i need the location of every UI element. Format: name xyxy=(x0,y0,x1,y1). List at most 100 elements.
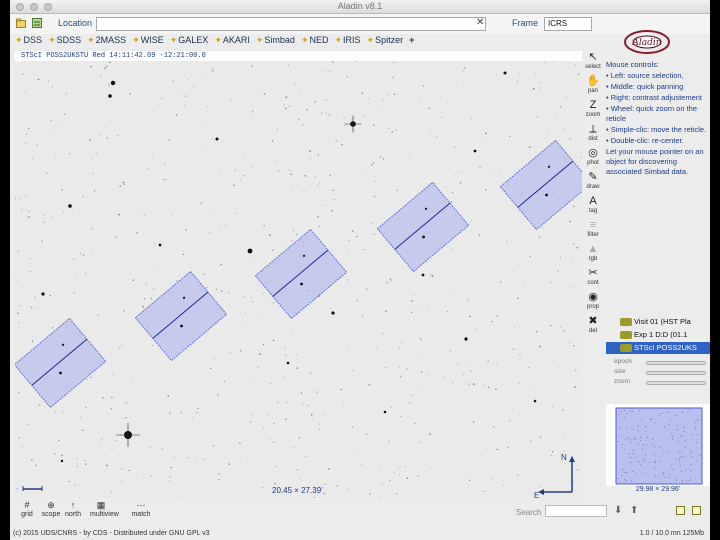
survey-iris[interactable]: ✦IRIS xyxy=(335,35,361,49)
tool-rgb[interactable]: ▲ rgb xyxy=(581,243,605,267)
sky-view[interactable] xyxy=(15,61,582,498)
faint-star xyxy=(318,429,320,431)
search-input[interactable] xyxy=(545,505,607,517)
survey-bar: ✦DSS ✦SDSS ✦2MASS ✦WISE ✦GALEX ✦AKARI ✦Simbad ✦… xyxy=(10,35,610,49)
location-input[interactable] xyxy=(96,17,486,31)
preview-star xyxy=(652,462,654,463)
slider-track[interactable] xyxy=(646,371,706,375)
preview-star xyxy=(660,461,662,462)
bright-star xyxy=(503,71,507,75)
multiview-icon: ▦ xyxy=(96,500,106,510)
slider-track[interactable] xyxy=(646,381,706,385)
preview-star xyxy=(672,468,673,470)
multiview-button[interactable]: ▦ multiview xyxy=(90,500,119,518)
faint-star xyxy=(318,225,320,227)
survey-ned[interactable]: ✦NED xyxy=(301,35,329,49)
faint-star xyxy=(385,64,387,65)
faint-star xyxy=(420,97,422,98)
faint-star xyxy=(218,170,220,171)
tool-cont[interactable]: ✂ cont xyxy=(581,267,605,291)
survey-spitzer[interactable]: ✦Spitzer xyxy=(367,35,404,49)
zoom-preview[interactable] xyxy=(606,404,710,486)
faint-star xyxy=(354,471,356,473)
tool-tag[interactable]: Atag xyxy=(581,195,605,219)
plane-item[interactable]: Exp 1 D:D (01.1 xyxy=(606,329,710,341)
calculator-icon[interactable] xyxy=(32,18,42,28)
faint-star xyxy=(24,92,26,94)
survey-sdss[interactable]: ✦SDSS xyxy=(48,35,81,49)
scope-button[interactable]: ⊕ scope xyxy=(40,500,62,518)
preview-star xyxy=(632,450,633,451)
survey-dss[interactable]: ✦DSS xyxy=(15,35,42,49)
faint-star xyxy=(506,241,508,243)
survey-galex[interactable]: ✦GALEX xyxy=(170,35,209,49)
preview-star xyxy=(632,428,634,430)
tool-zoom[interactable]: Zzoom xyxy=(581,99,605,123)
panel-button-icon[interactable] xyxy=(692,506,701,515)
tool-dist[interactable]: ⟂ dist xyxy=(581,123,605,147)
faint-star xyxy=(400,415,402,417)
survey-wise[interactable]: ✦WISE xyxy=(132,35,164,49)
tool-filter[interactable]: ≡ filter xyxy=(581,219,605,243)
faint-star xyxy=(120,345,122,347)
plane-item[interactable]: Visit 01 (HST Pla xyxy=(606,316,710,328)
faint-star xyxy=(33,295,36,297)
faint-star xyxy=(539,345,541,348)
tool-del[interactable]: ✖ del xyxy=(581,315,605,339)
faint-star xyxy=(285,241,287,243)
faint-star xyxy=(328,468,330,470)
faint-star xyxy=(89,139,91,141)
faint-star xyxy=(147,168,149,170)
faint-star xyxy=(196,411,198,413)
survey-2mass[interactable]: ✦2MASS xyxy=(87,35,126,49)
tool-phot[interactable]: ◎ phot xyxy=(581,147,605,171)
plane-item[interactable]: STScI POSS2UKS xyxy=(606,342,710,354)
tool-draw[interactable]: ✎ draw xyxy=(581,171,605,195)
match-button[interactable]: ⋯ match xyxy=(130,500,152,518)
search-up-icon[interactable]: ⬆ xyxy=(630,505,638,516)
faint-star xyxy=(452,382,454,384)
faint-star xyxy=(93,190,96,192)
rgb-icon: ▲ xyxy=(587,243,599,255)
preview-star xyxy=(621,475,623,477)
preview-image[interactable] xyxy=(606,404,710,486)
faint-star xyxy=(274,482,276,485)
grid-button[interactable]: # grid xyxy=(16,500,38,518)
frame-select[interactable]: ICRS xyxy=(544,17,592,31)
faint-star xyxy=(476,328,478,331)
preview-star xyxy=(680,434,682,436)
preview-star xyxy=(681,456,683,457)
clear-location-icon[interactable]: ✕ xyxy=(476,17,484,28)
faint-star xyxy=(428,373,430,375)
tool-pan[interactable]: ✋ pan xyxy=(581,75,605,99)
bright-star xyxy=(464,337,468,341)
survey-akari[interactable]: ✦AKARI xyxy=(214,35,250,49)
help-panel: Mouse controls: • Left: source selection… xyxy=(606,60,710,178)
faint-star xyxy=(153,437,155,439)
search-down-icon[interactable]: ⬇ xyxy=(614,505,622,516)
bright-star xyxy=(108,94,112,98)
sky-image[interactable] xyxy=(15,61,582,498)
control-epoch[interactable]: epoch xyxy=(606,358,710,367)
faint-star xyxy=(518,73,520,75)
tool-select[interactable]: ↖ select xyxy=(581,51,605,75)
tool-prop[interactable]: ◉ prop xyxy=(581,291,605,315)
faint-star xyxy=(104,67,106,69)
faint-star xyxy=(382,99,384,101)
faint-star xyxy=(218,472,220,475)
add-survey-button[interactable]: + xyxy=(409,35,414,49)
bright-star xyxy=(286,361,290,365)
north-button[interactable]: ↑ north xyxy=(62,500,84,518)
faint-star xyxy=(468,479,471,482)
faint-star xyxy=(22,446,24,448)
control-zoom[interactable]: zoom xyxy=(606,378,710,387)
faint-star xyxy=(277,170,280,172)
open-file-icon[interactable] xyxy=(16,18,26,28)
faint-star xyxy=(41,240,43,242)
control-size[interactable]: size xyxy=(606,368,710,377)
faint-star xyxy=(236,212,238,214)
survey-simbad[interactable]: ✦Simbad xyxy=(256,35,295,49)
frame-button-icon[interactable] xyxy=(676,506,685,515)
slider-track[interactable] xyxy=(646,361,706,365)
faint-star xyxy=(197,407,199,410)
